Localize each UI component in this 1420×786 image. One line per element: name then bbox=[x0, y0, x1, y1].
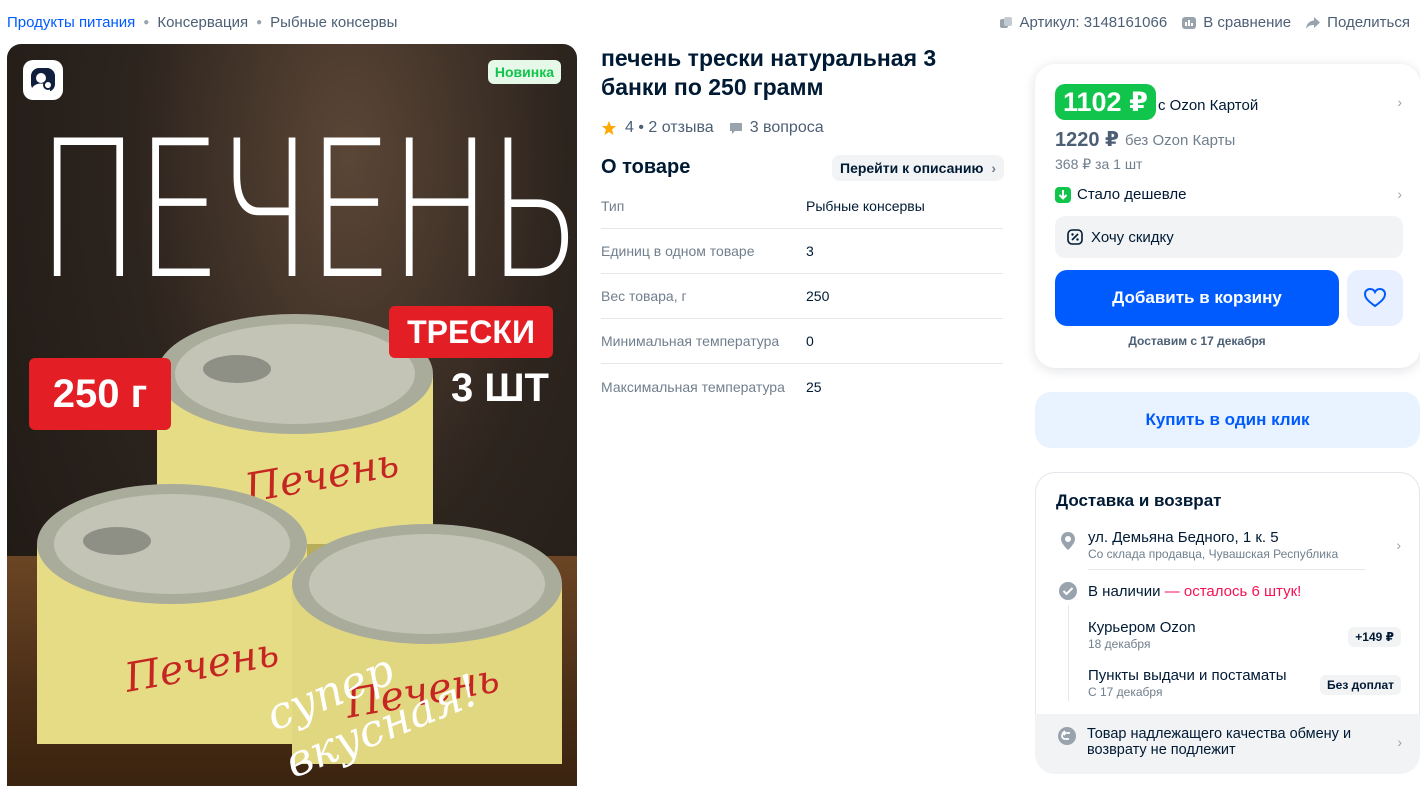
price-card: 1102 ₽ с Ozon Картой › 1220 ₽ без Ozon К… bbox=[1035, 64, 1420, 368]
breadcrumb-item-fish-canned[interactable]: Рыбные консервы bbox=[270, 14, 397, 31]
address-text: ул. Демьяна Бедного, 1 к. 5 bbox=[1088, 529, 1279, 546]
return-policy[interactable]: Товар надлежащего качества обмену и возв… bbox=[1035, 714, 1420, 774]
pickup-price: Без доплат bbox=[1320, 675, 1401, 695]
spec-value: 0 bbox=[806, 333, 814, 349]
spec-key: Минимальная температура bbox=[601, 333, 780, 349]
price-drop-label: Стало дешевле bbox=[1077, 186, 1187, 203]
card-price[interactable]: 1102 ₽ bbox=[1055, 84, 1156, 120]
share-label: Поделиться bbox=[1327, 14, 1410, 31]
stock-remaining: — осталось 6 штук! bbox=[1160, 583, 1302, 600]
delivery-title: Доставка и возврат bbox=[1056, 491, 1222, 510]
image-search-icon bbox=[31, 68, 55, 92]
breadcrumb: Продукты питания ● Консервация ● Рыбные … bbox=[7, 14, 397, 31]
address-row[interactable]: ул. Демьяна Бедного, 1 к. 5 Со склада пр… bbox=[1088, 529, 1401, 561]
spec-value: 250 bbox=[806, 288, 830, 304]
stock-row: В наличии — осталось 6 штук! bbox=[1088, 583, 1401, 600]
courier-price: +149 ₽ bbox=[1348, 627, 1401, 647]
spec-row: Тип Рыбные консервы bbox=[601, 184, 1003, 229]
spec-row: Максимальная температура 25 bbox=[601, 364, 1003, 409]
location-pin-icon bbox=[1061, 532, 1075, 550]
heart-icon bbox=[1363, 287, 1387, 308]
check-circle-icon bbox=[1059, 582, 1077, 600]
specs-table: Тип Рыбные консервы Единиц в одном товаре… bbox=[601, 184, 1003, 409]
card-price-label: с Ozon Картой bbox=[1158, 97, 1259, 114]
goto-description-label: Перейти к описанию bbox=[840, 160, 984, 176]
top-actions: Артикул: 3148161066 В сравнение Поделить… bbox=[998, 14, 1410, 31]
questions-count: 3 вопроса bbox=[749, 119, 824, 136]
questions-link[interactable]: 3 вопроса bbox=[728, 119, 824, 137]
timeline-line bbox=[1068, 605, 1069, 701]
return-policy-text: Товар надлежащего качества обмену и возв… bbox=[1087, 726, 1352, 758]
spec-value: 25 bbox=[806, 378, 822, 395]
product-title: печень трески натуральная 3 банки по 250… bbox=[601, 45, 937, 100]
regular-price: 1220 ₽ bbox=[1055, 129, 1119, 151]
rating-value: 4 bbox=[625, 119, 634, 136]
share-icon bbox=[1306, 16, 1321, 29]
return-icon bbox=[1058, 727, 1076, 745]
article-number[interactable]: Артикул: 3148161066 bbox=[998, 14, 1168, 31]
breadcrumb-item-food[interactable]: Продукты питания bbox=[7, 14, 135, 31]
spec-row: Вес товара, г 250 bbox=[601, 274, 1003, 319]
compare-label: В сравнение bbox=[1203, 14, 1292, 31]
share-button[interactable]: Поделиться bbox=[1305, 14, 1410, 31]
price-down-icon bbox=[1055, 186, 1071, 203]
delivery-card: Доставка и возврат ул. Демьяна Бедного, … bbox=[1035, 472, 1420, 714]
product-image[interactable]: ПЕЧЕНЬ Печень Печень Печень ТРЕСКИ 250 г… bbox=[7, 44, 577, 786]
chevron-right-icon[interactable]: › bbox=[1397, 94, 1402, 110]
chevron-right-icon[interactable]: › bbox=[1397, 186, 1402, 202]
spec-value: 3 bbox=[806, 243, 814, 259]
spec-key: Вес товара, г bbox=[601, 288, 687, 304]
buy-one-click-button[interactable]: Купить в один клик bbox=[1035, 392, 1420, 448]
spec-row: Минимальная температура 0 bbox=[601, 319, 1003, 364]
compare-icon bbox=[1182, 16, 1197, 29]
image-tag-weight: 250 г bbox=[29, 358, 171, 430]
delivery-date: Доставим с 17 декабря bbox=[1128, 334, 1266, 348]
spec-value: Рыбные консервы bbox=[806, 198, 925, 214]
regular-price-label: без Ozon Карты bbox=[1125, 132, 1236, 149]
breadcrumb-separator: ● bbox=[143, 17, 150, 28]
article-label: Артикул: 3148161066 bbox=[1019, 14, 1168, 31]
image-count-text: 3 ШТ bbox=[451, 366, 549, 410]
reviews-link[interactable]: 4 • 2 отзыва bbox=[625, 119, 714, 137]
chat-icon bbox=[729, 123, 742, 134]
add-to-cart-button[interactable]: Добавить в корзину bbox=[1055, 270, 1339, 326]
chevron-right-icon[interactable]: › bbox=[1396, 537, 1401, 553]
copy-icon bbox=[999, 16, 1012, 28]
compare-button[interactable]: В сравнение bbox=[1181, 14, 1291, 31]
price-drop-link[interactable]: Стало дешевле bbox=[1055, 186, 1187, 203]
spec-row: Единиц в одном товаре 3 bbox=[601, 229, 1003, 274]
chevron-right-icon: › bbox=[991, 160, 997, 176]
spec-key: Максимальная температура bbox=[601, 378, 785, 395]
favorite-button[interactable] bbox=[1347, 270, 1403, 326]
rating-row: 4 • 2 отзыва 3 вопроса bbox=[601, 119, 824, 137]
address-sub: Со склада продавца, Чувашская Республика bbox=[1088, 547, 1339, 561]
spec-key: Единиц в одном товаре bbox=[601, 243, 755, 259]
about-heading: О товаре bbox=[601, 156, 691, 178]
breadcrumb-separator: ● bbox=[256, 17, 263, 28]
breadcrumb-item-canning[interactable]: Консервация bbox=[157, 14, 248, 31]
reviews-count: 2 отзыва bbox=[648, 119, 714, 136]
spec-key: Тип bbox=[601, 198, 625, 214]
want-discount-button[interactable]: Хочу скидку bbox=[1055, 216, 1403, 258]
image-tag-treski: ТРЕСКИ bbox=[389, 306, 553, 358]
new-badge: Новинка bbox=[487, 60, 561, 84]
discount-icon bbox=[1067, 229, 1083, 245]
want-discount-label: Хочу скидку bbox=[1091, 228, 1174, 246]
divider bbox=[1088, 569, 1365, 570]
chevron-right-icon[interactable]: › bbox=[1397, 734, 1402, 750]
star-icon bbox=[602, 121, 616, 135]
image-search-button[interactable] bbox=[23, 60, 63, 100]
goto-description-button[interactable]: Перейти к описанию › bbox=[832, 155, 1005, 181]
stock-status: В наличии bbox=[1088, 583, 1161, 600]
unit-price: 368 ₽ за 1 шт bbox=[1055, 156, 1143, 172]
